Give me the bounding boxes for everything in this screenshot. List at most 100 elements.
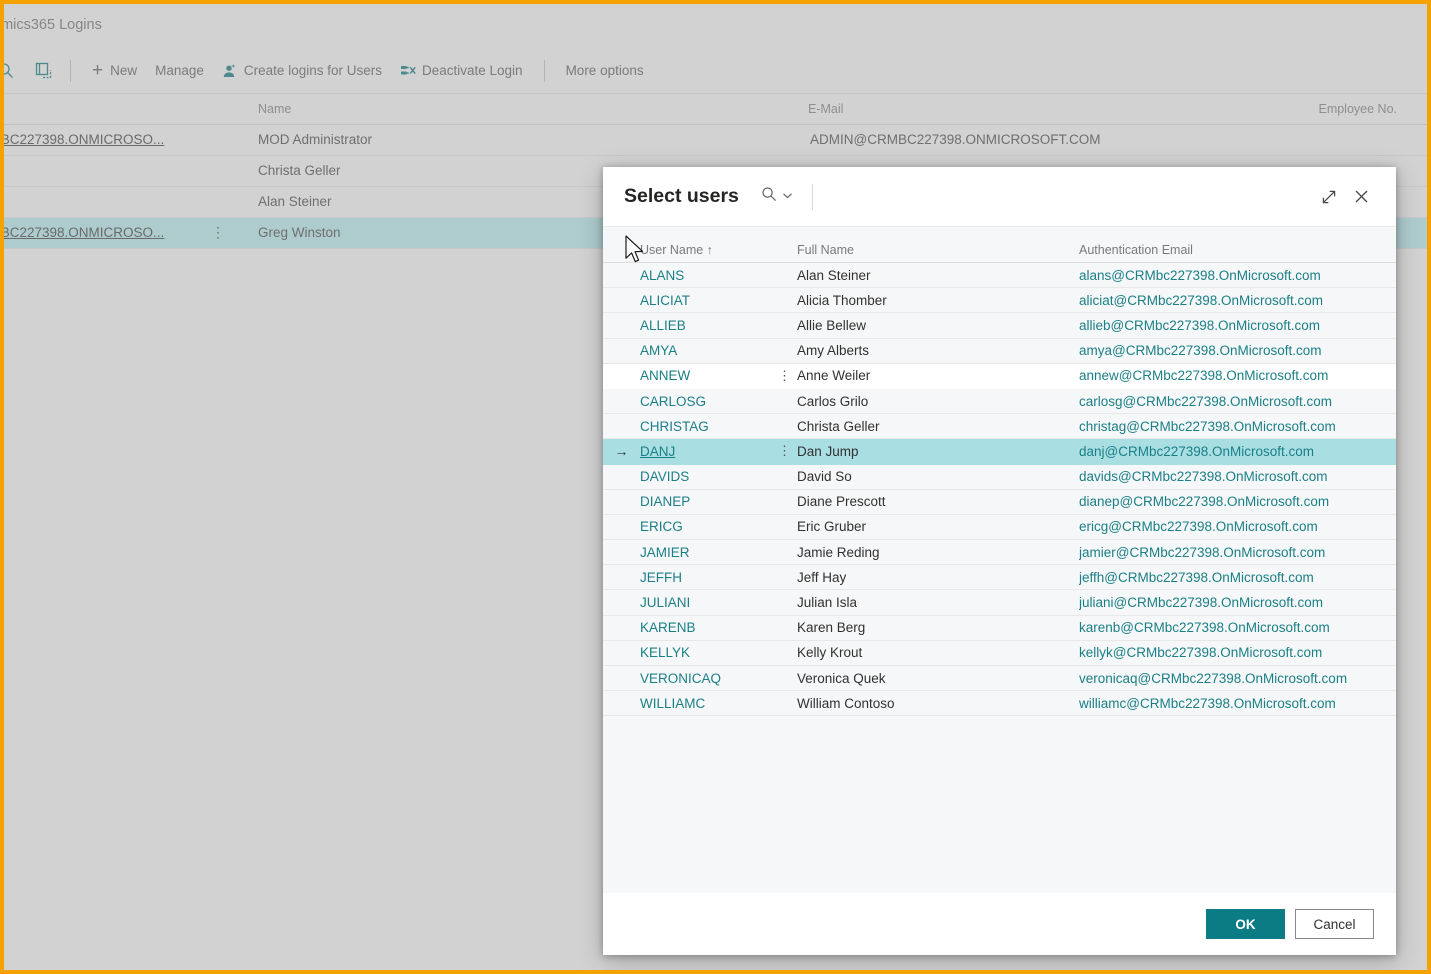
more-options-button[interactable]: More options: [557, 56, 653, 86]
cell-user-name[interactable]: ALANS: [640, 268, 797, 283]
table-row[interactable]: JULIANIJulian Islajuliani@CRMbc227398.On…: [603, 590, 1396, 615]
table-row[interactable]: →DANJ⋮Dan Jumpdanj@CRMbc227398.OnMicroso…: [603, 439, 1396, 464]
cell-full-name: Veronica Quek: [797, 671, 1079, 686]
cell-user-name[interactable]: ALLIEB: [640, 318, 797, 333]
cell-user-name[interactable]: DIANEP: [640, 494, 797, 509]
table-row[interactable]: KELLYKKelly Kroutkellyk@CRMbc227398.OnMi…: [603, 641, 1396, 666]
table-row[interactable]: DIANEPDiane Prescottdianep@CRMbc227398.O…: [603, 490, 1396, 515]
chevron-down-icon[interactable]: [782, 188, 793, 206]
table-row[interactable]: JAMIERJamie Redingjamier@CRMbc227398.OnM…: [603, 540, 1396, 565]
create-logins-for-users-label: Create logins for Users: [244, 63, 382, 78]
cell-authentication-email[interactable]: karenb@CRMbc227398.OnMicrosoft.com: [1079, 620, 1379, 635]
users-grid: User Name ↑ Full Name Authentication Ema…: [603, 226, 1396, 893]
row-menu-icon[interactable]: ⋮: [778, 444, 791, 458]
cell-authentication-email[interactable]: danj@CRMbc227398.OnMicrosoft.com: [1079, 444, 1379, 459]
table-row[interactable]: AMYAAmy Albertsamya@CRMbc227398.OnMicros…: [603, 339, 1396, 364]
grid-column-user-name[interactable]: User Name ↑: [640, 243, 797, 257]
cell-user-name[interactable]: DAVIDS: [640, 469, 797, 484]
cell-user-name[interactable]: CARLOSG: [640, 394, 797, 409]
cell-authentication-email[interactable]: williamc@CRMbc227398.OnMicrosoft.com: [1079, 696, 1379, 711]
cell-full-name: Jamie Reding: [797, 545, 1079, 560]
cell-authentication-email[interactable]: juliani@CRMbc227398.OnMicrosoft.com: [1079, 595, 1379, 610]
dialog-search-control[interactable]: [761, 186, 793, 207]
cell-user-name[interactable]: WILLIAMC: [640, 696, 797, 711]
toolbar-divider-2: [544, 60, 545, 82]
cell-user-name[interactable]: ANNEW⋮: [640, 368, 797, 383]
close-icon[interactable]: [1346, 182, 1376, 212]
table-row[interactable]: ERICGEric Gruberericg@CRMbc227398.OnMicr…: [603, 515, 1396, 540]
users-grid-body: ALANSAlan Steineralans@CRMbc227398.OnMic…: [603, 263, 1396, 716]
cell-authentication-email[interactable]: annew@CRMbc227398.OnMicrosoft.com: [1079, 368, 1379, 383]
cell-user-name[interactable]: JAMIER: [640, 545, 797, 560]
cell-user-name[interactable]: JEFFH: [640, 570, 797, 585]
cell-authentication-email[interactable]: jeffh@CRMbc227398.OnMicrosoft.com: [1079, 570, 1379, 585]
grid-column-full-name[interactable]: Full Name: [797, 243, 1079, 257]
cell-user-name[interactable]: KARENB: [640, 620, 797, 635]
cell-full-name: Kelly Krout: [797, 645, 1079, 660]
table-row[interactable]: CARLOSGCarlos Grilocarlosg@CRMbc227398.O…: [603, 389, 1396, 414]
cell-full-name: Diane Prescott: [797, 494, 1079, 509]
table-row[interactable]: VERONICAQVeronica Quekveronicaq@CRMbc227…: [603, 666, 1396, 691]
cell-user-name[interactable]: VERONICAQ: [640, 671, 797, 686]
search-icon[interactable]: [761, 186, 777, 207]
cell-authentication-email[interactable]: kellyk@CRMbc227398.OnMicrosoft.com: [1079, 645, 1379, 660]
table-row[interactable]: JEFFHJeff Hayjeffh@CRMbc227398.OnMicroso…: [603, 565, 1396, 590]
background-toolbar: + New Manage Create logins for Users: [4, 48, 1427, 94]
ok-button[interactable]: OK: [1206, 909, 1285, 939]
cell-authentication-email[interactable]: alans@CRMbc227398.OnMicrosoft.com: [1079, 268, 1379, 283]
cell-authentication-email[interactable]: veronicaq@CRMbc227398.OnMicrosoft.com: [1079, 671, 1379, 686]
cell-authentication-email[interactable]: jamier@CRMbc227398.OnMicrosoft.com: [1079, 545, 1379, 560]
cell-user-name[interactable]: JULIANI: [640, 595, 797, 610]
cell-user-name[interactable]: ALICIAT: [640, 293, 797, 308]
cell-full-name: Dan Jump: [797, 444, 1079, 459]
row-menu-icon[interactable]: ⋮: [778, 369, 791, 383]
bg-column-name: Name: [258, 102, 291, 116]
table-row[interactable]: ANNEW⋮Anne Weilerannew@CRMbc227398.OnMic…: [603, 364, 1396, 389]
manage-button[interactable]: Manage: [146, 56, 213, 86]
table-row[interactable]: ALLIEBAllie Bellewallieb@CRMbc227398.OnM…: [603, 313, 1396, 338]
search-icon[interactable]: [0, 56, 20, 86]
expand-icon[interactable]: [1314, 182, 1344, 212]
new-button-label: New: [110, 63, 137, 78]
cell-authentication-email[interactable]: carlosg@CRMbc227398.OnMicrosoft.com: [1079, 394, 1379, 409]
dialog-footer: OK Cancel: [603, 893, 1396, 955]
table-row[interactable]: DAVIDSDavid Sodavids@CRMbc227398.OnMicro…: [603, 465, 1396, 490]
table-row[interactable]: CRMBC227398.ONMICROSO...MOD Administrato…: [4, 125, 1427, 156]
add-user-icon: [222, 63, 238, 79]
table-row[interactable]: WILLIAMCWilliam Contosowilliamc@CRMbc227…: [603, 691, 1396, 716]
bg-cell-login: CRMBC227398.ONMICROSO...: [0, 225, 164, 240]
cell-user-name[interactable]: KELLYK: [640, 645, 797, 660]
current-row-arrow-icon: →: [603, 443, 640, 459]
create-logins-for-users-button[interactable]: Create logins for Users: [213, 56, 391, 86]
bg-cell-name: Greg Winston: [258, 225, 341, 240]
cell-user-name[interactable]: ERICG: [640, 519, 797, 534]
bg-cell-name: MOD Administrator: [258, 132, 372, 147]
cell-authentication-email[interactable]: dianep@CRMbc227398.OnMicrosoft.com: [1079, 494, 1379, 509]
cell-user-name[interactable]: DANJ⋮: [640, 444, 797, 459]
table-row[interactable]: KARENBKaren Bergkarenb@CRMbc227398.OnMic…: [603, 616, 1396, 641]
cell-authentication-email[interactable]: allieb@CRMbc227398.OnMicrosoft.com: [1079, 318, 1379, 333]
cell-full-name: Karen Berg: [797, 620, 1079, 635]
grid-column-authentication-email[interactable]: Authentication Email: [1079, 243, 1379, 257]
cancel-button[interactable]: Cancel: [1295, 909, 1374, 939]
open-in-new-window-icon[interactable]: [28, 56, 58, 86]
table-row[interactable]: ALICIATAlicia Thomberaliciat@CRMbc227398…: [603, 288, 1396, 313]
new-button[interactable]: + New: [83, 56, 146, 86]
cell-authentication-email[interactable]: ericg@CRMbc227398.OnMicrosoft.com: [1079, 519, 1379, 534]
cell-authentication-email[interactable]: amya@CRMbc227398.OnMicrosoft.com: [1079, 343, 1379, 358]
cell-authentication-email[interactable]: christag@CRMbc227398.OnMicrosoft.com: [1079, 419, 1379, 434]
cell-full-name: David So: [797, 469, 1079, 484]
plus-icon: +: [92, 61, 103, 80]
table-row[interactable]: CHRISTAGChrista Gellerchristag@CRMbc2273…: [603, 414, 1396, 439]
table-row[interactable]: ALANSAlan Steineralans@CRMbc227398.OnMic…: [603, 263, 1396, 288]
deactivate-login-button[interactable]: Deactivate Login: [391, 56, 532, 86]
cell-user-name[interactable]: AMYA: [640, 343, 797, 358]
page-title: amics365 Logins: [0, 17, 102, 33]
row-menu-icon[interactable]: ⋮: [211, 224, 225, 241]
cell-user-name[interactable]: CHRISTAG: [640, 419, 797, 434]
cell-full-name: Alicia Thomber: [797, 293, 1079, 308]
bg-column-email: E-Mail: [808, 102, 843, 116]
cell-authentication-email[interactable]: davids@CRMbc227398.OnMicrosoft.com: [1079, 469, 1379, 484]
users-grid-header: User Name ↑ Full Name Authentication Ema…: [603, 227, 1396, 263]
cell-authentication-email[interactable]: aliciat@CRMbc227398.OnMicrosoft.com: [1079, 293, 1379, 308]
